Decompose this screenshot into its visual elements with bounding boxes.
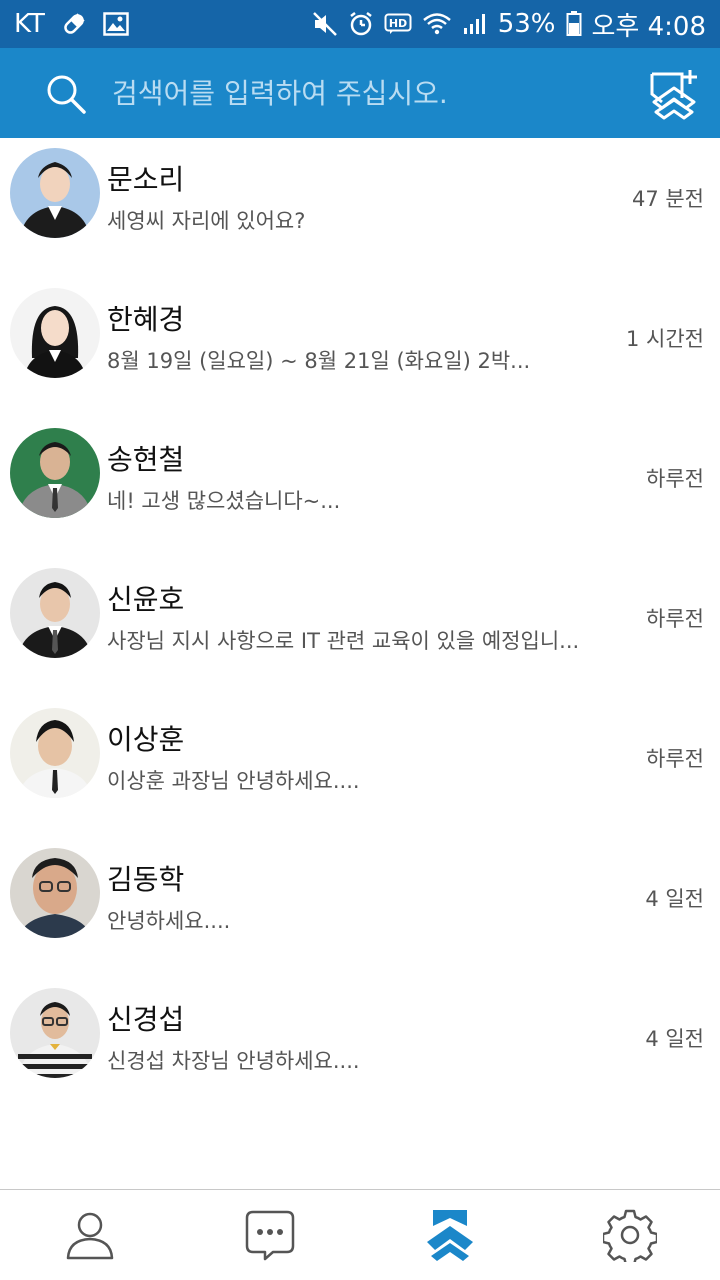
gear-icon bbox=[603, 1209, 657, 1262]
pill-icon bbox=[61, 11, 87, 37]
chat-bubble-icon bbox=[245, 1210, 295, 1261]
message-preview: 신경섭 차장님 안녕하세요.... bbox=[107, 1049, 360, 1073]
timestamp: 1 시간전 bbox=[626, 327, 704, 351]
message-preview: 세영씨 자리에 있어요? bbox=[107, 209, 306, 233]
contact-name: 이상훈 bbox=[107, 723, 185, 756]
chat-list-item[interactable]: 이상훈 이상훈 과장님 안녕하세요.... 하루전 bbox=[0, 698, 720, 838]
nav-tab-home[interactable] bbox=[360, 1190, 540, 1280]
chat-list-item[interactable]: 신경섭 신경섭 차장님 안녕하세요.... 4 일전 bbox=[0, 978, 720, 1118]
image-icon bbox=[103, 12, 129, 36]
timestamp: 하루전 bbox=[646, 607, 704, 631]
nav-tab-chats[interactable] bbox=[180, 1190, 360, 1280]
chat-list-item[interactable]: 김동학 안녕하세요.... 4 일전 bbox=[0, 838, 720, 978]
search-icon[interactable] bbox=[44, 72, 88, 116]
chat-list-item[interactable]: 신윤호 사장님 지시 사항으로 IT 관련 교육이 있을 예정입니... 하루전 bbox=[0, 558, 720, 698]
hd-voice-icon: HD bbox=[384, 13, 412, 35]
timestamp: 4 일전 bbox=[645, 887, 704, 911]
search-input[interactable] bbox=[112, 70, 612, 116]
wifi-icon bbox=[422, 11, 452, 37]
message-preview: 안녕하세요.... bbox=[107, 909, 231, 933]
avatar bbox=[10, 568, 100, 658]
mute-icon bbox=[312, 11, 338, 37]
chat-list-item[interactable]: 한혜경 8월 19일 (일요일) ~ 8월 21일 (화요일) 2박... 1 … bbox=[0, 278, 720, 418]
contact-name: 신윤호 bbox=[107, 583, 185, 616]
battery-icon bbox=[566, 11, 582, 37]
avatar bbox=[10, 148, 100, 238]
clock: 오후 4:08 bbox=[591, 11, 707, 42]
nav-tab-settings[interactable] bbox=[540, 1190, 720, 1280]
app-logo-icon bbox=[427, 1210, 473, 1261]
signal-icon bbox=[462, 12, 488, 36]
status-bar: KT HD 53% 오후 4:08 bbox=[0, 0, 720, 48]
new-chat-icon[interactable] bbox=[648, 68, 700, 120]
message-preview: 사장님 지시 사항으로 IT 관련 교육이 있을 예정입니... bbox=[107, 629, 580, 653]
timestamp: 4 일전 bbox=[645, 1027, 704, 1051]
search-header bbox=[0, 48, 720, 138]
message-preview: 이상훈 과장님 안녕하세요.... bbox=[107, 769, 360, 793]
contact-name: 김동학 bbox=[107, 863, 185, 896]
timestamp: 하루전 bbox=[646, 747, 704, 771]
svg-text:HD: HD bbox=[389, 17, 407, 30]
battery-percent: 53% bbox=[497, 9, 556, 39]
avatar bbox=[10, 988, 100, 1078]
message-preview: 8월 19일 (일요일) ~ 8월 21일 (화요일) 2박... bbox=[107, 349, 531, 373]
carrier-label: KT bbox=[14, 9, 45, 39]
chat-list: 문소리 세영씨 자리에 있어요? 47 분전 한혜경 8월 19일 (일요일) … bbox=[0, 138, 720, 1118]
chat-list-item[interactable]: 송현철 네! 고생 많으셨습니다~... 하루전 bbox=[0, 418, 720, 558]
contact-name: 문소리 bbox=[107, 163, 185, 196]
timestamp: 47 분전 bbox=[631, 187, 704, 211]
contact-name: 송현철 bbox=[107, 443, 185, 476]
contact-name: 신경섭 bbox=[107, 1003, 185, 1036]
chat-list-item[interactable]: 문소리 세영씨 자리에 있어요? 47 분전 bbox=[0, 138, 720, 278]
nav-tab-contacts[interactable] bbox=[0, 1190, 180, 1280]
avatar bbox=[10, 428, 100, 518]
bottom-nav bbox=[0, 1189, 720, 1280]
message-preview: 네! 고생 많으셨습니다~... bbox=[107, 489, 341, 513]
avatar bbox=[10, 848, 100, 938]
timestamp: 하루전 bbox=[646, 467, 704, 491]
person-icon bbox=[66, 1212, 114, 1260]
avatar bbox=[10, 708, 100, 798]
contact-name: 한혜경 bbox=[107, 303, 185, 336]
alarm-icon bbox=[348, 11, 374, 37]
avatar bbox=[10, 288, 100, 378]
